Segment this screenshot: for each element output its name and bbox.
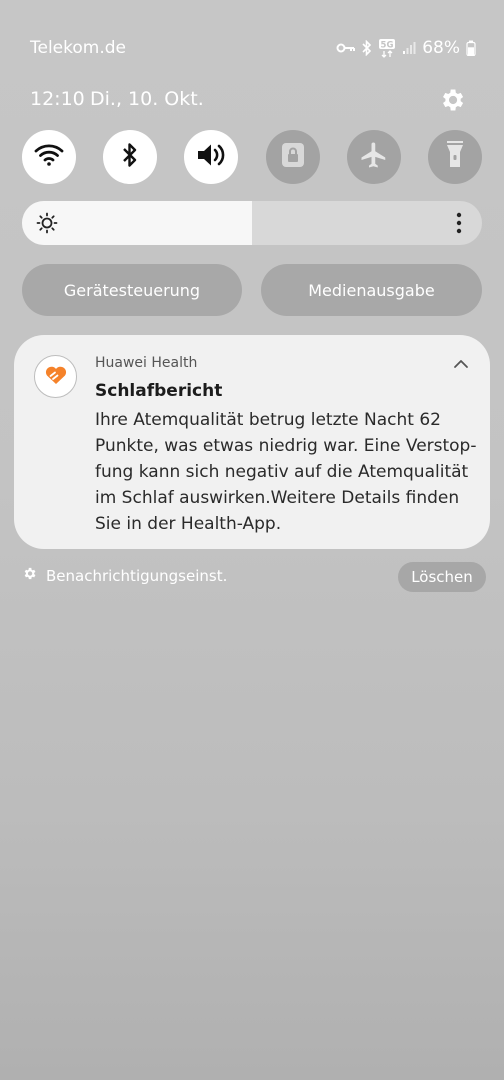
notification-body-line: Sie in der Health-App. [95,514,282,534]
tile-sound[interactable] [184,130,239,184]
lock-rotation-icon [280,141,306,173]
notification-body-line: Punkte, was etwas niedrig war. Eine Vers… [95,436,477,456]
clear-all-button[interactable]: Löschen [398,562,486,592]
notification-title: Schlafbericht [95,381,223,401]
wifi-icon [34,143,64,171]
tile-flashlight[interactable] [427,130,482,184]
tile-airplane-mode[interactable] [346,130,401,184]
notification-settings-link[interactable]: Benachrichtigungseinst. [22,566,227,585]
clock-time[interactable]: 12:10 [30,88,85,110]
tile-bluetooth[interactable] [103,130,158,184]
battery-percent: 68% [422,38,460,58]
5g-icon: 5G [378,38,396,58]
sound-icon [195,141,227,173]
signal-icon [402,41,416,55]
clock-row: 12:10 Di., 10. Okt. [28,86,476,116]
brightness-slider[interactable] [22,201,482,245]
media-output-button[interactable]: Medienausgabe [261,264,482,316]
huawei-health-app-icon [34,355,77,398]
notification-body-line: fung kann sich negativ auf die Atemquali… [95,462,469,482]
airplane-icon [359,140,389,174]
vpn-key-icon [336,41,356,55]
notification-body-line: Ihre Atemqualität betrug letzte Nacht 62 [95,410,441,430]
clock-date[interactable]: Di., 10. Okt. [90,88,204,110]
notification-footer: Benachrichtigungseinst. Löschen [22,562,486,592]
device-control-button[interactable]: Gerätesteuerung [22,264,242,316]
bluetooth-icon [121,141,139,173]
chevron-up-icon[interactable] [452,355,470,373]
network-type-label: 5G [381,41,394,51]
settings-gear-icon[interactable] [438,86,466,114]
bluetooth-icon [362,40,372,56]
status-bar: Telekom.de 5G 68% [28,34,476,64]
notification-card[interactable]: Huawei Health Schlafbericht Ihre Atemqua… [14,335,490,549]
notification-body-line: im Schlaf auswirken.Weitere Details find… [95,488,460,508]
more-options-icon[interactable] [456,211,462,235]
status-icons: 5G 68% [336,38,476,58]
notification-body: Ihre Atemqualität betrug letzte Nacht 62… [95,407,477,537]
flashlight-icon [444,140,466,174]
battery-icon [466,40,476,56]
tile-rotation-lock[interactable] [265,130,320,184]
notification-app-name: Huawei Health [95,355,198,371]
brightness-sun-icon [36,212,58,234]
notification-settings-label: Benachrichtigungseinst. [46,566,228,585]
tile-wifi[interactable] [22,130,76,184]
heart-icon [44,364,68,390]
small-gear-icon [22,566,37,585]
carrier-name: Telekom.de [30,38,126,58]
quick-settings-tiles [22,130,482,184]
